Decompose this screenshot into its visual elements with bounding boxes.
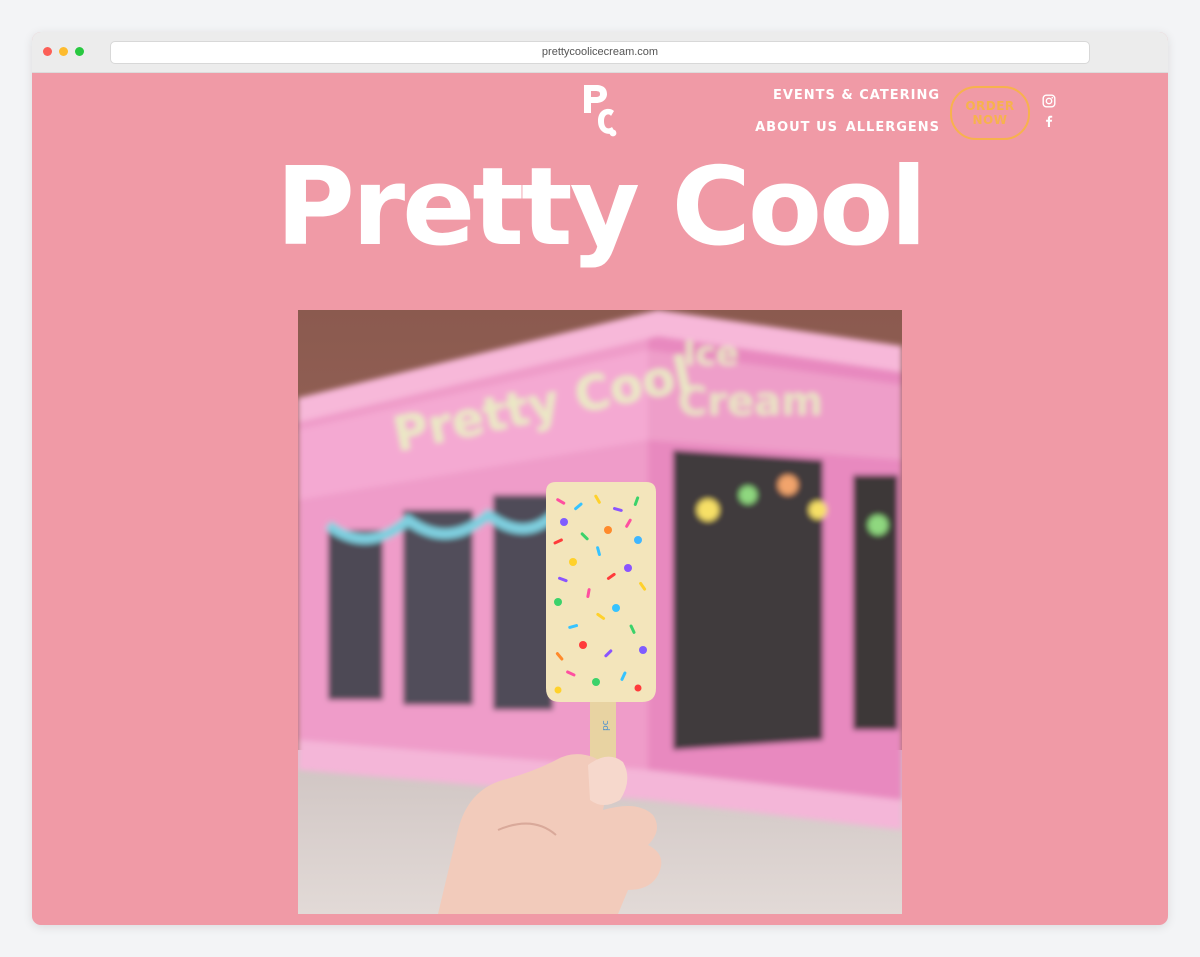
browser-window: prettycoolicecream.com EVENTS & CATERING… [32, 32, 1168, 925]
order-now-line2: NOW [972, 113, 1008, 127]
svg-text:pc: pc [601, 720, 611, 731]
nav-about-us[interactable]: ABOUT US [755, 120, 838, 135]
order-now-button[interactable]: ORDER NOW [950, 86, 1030, 140]
hero-photo: Pretty Cool Ice Cream pc [298, 310, 902, 914]
nav-events-catering[interactable]: EVENTS & CATERING [773, 88, 940, 103]
svg-text:Ice: Ice [683, 334, 739, 374]
svg-text:Cream: Cream [678, 379, 823, 425]
maximize-window-button[interactable] [75, 47, 84, 56]
website: EVENTS & CATERING ABOUT US ALLERGENS ORD… [32, 73, 1168, 925]
pc-logo[interactable] [580, 83, 620, 139]
instagram-icon[interactable] [1042, 94, 1056, 108]
browser-chrome: prettycoolicecream.com [32, 32, 1168, 73]
minimize-window-button[interactable] [59, 47, 68, 56]
facebook-icon[interactable] [1042, 114, 1056, 128]
nav-allergens[interactable]: ALLERGENS [846, 120, 940, 135]
order-now-line1: ORDER [965, 99, 1015, 113]
close-window-button[interactable] [43, 47, 52, 56]
hero-title: Pretty Cool [275, 145, 928, 270]
address-bar[interactable]: prettycoolicecream.com [110, 41, 1090, 64]
